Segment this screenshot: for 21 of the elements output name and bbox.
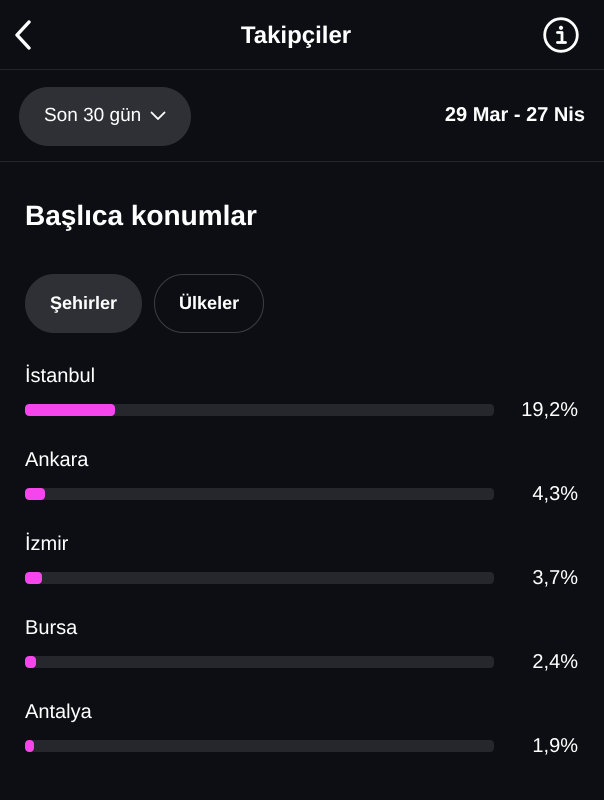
section-title: Başlıca konumlar — [25, 199, 258, 233]
percentage-value: 2,4% — [531, 650, 578, 674]
tab[interactable]: Ülkeler — [154, 274, 264, 333]
caret-icon — [150, 111, 166, 121]
location-name: İzmir — [25, 532, 70, 556]
back-chevron-icon — [14, 20, 32, 50]
location-name: Ankara — [25, 448, 90, 472]
location-name: Bursa — [25, 616, 78, 640]
back-button[interactable] — [13, 18, 33, 50]
tab[interactable]: Şehirler — [25, 274, 142, 333]
percentage-value: 3,7% — [531, 566, 578, 590]
period-dropdown[interactable]: Son 30 gün — [19, 86, 192, 146]
location-name: İstanbul — [25, 364, 96, 388]
location-name: Antalya — [25, 700, 93, 724]
percentage-value: 19,2% — [520, 398, 578, 422]
screen-title: Takipçiler — [240, 20, 352, 50]
date-range: 29 Mar - 27 Nis — [444, 104, 585, 127]
info-icon — [542, 16, 578, 52]
percentage-value: 1,9% — [531, 734, 578, 758]
percentage-value: 4,3% — [531, 482, 578, 506]
info-button[interactable] — [542, 16, 579, 53]
